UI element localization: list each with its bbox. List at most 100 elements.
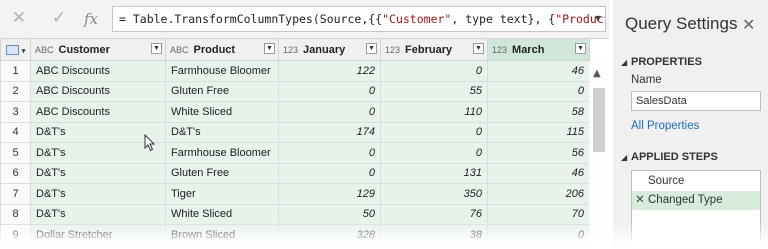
cell-mar[interactable]: 206 — [487, 183, 590, 205]
row-number[interactable]: 5 — [0, 142, 31, 164]
check-icon[interactable]: ✓ — [46, 8, 72, 28]
table-row[interactable]: 4 D&T's D&T's 174 0 115 — [0, 121, 590, 143]
mouse-cursor-icon — [144, 134, 156, 152]
cell-product[interactable]: White Sliced — [165, 101, 279, 123]
cell-jan[interactable]: 0 — [278, 142, 381, 164]
all-properties-link[interactable]: All Properties — [631, 120, 699, 132]
filter-dropdown-icon[interactable]: ▼ — [151, 43, 162, 54]
column-header-product[interactable]: ABC Product ▼ — [165, 38, 279, 61]
cell-customer[interactable]: ABC Discounts — [30, 80, 166, 102]
step-changed-type[interactable]: ✕ Changed Type — [632, 191, 760, 210]
row-number[interactable]: 4 — [0, 121, 31, 143]
cell-jan[interactable]: 174 — [278, 121, 381, 143]
cell-product[interactable]: Brown Sliced — [165, 224, 279, 246]
row-number[interactable]: 9 — [0, 224, 31, 246]
cell-jan[interactable]: 50 — [278, 203, 381, 225]
cell-feb[interactable]: 0 — [380, 142, 488, 164]
cell-product[interactable]: Gluten Free — [165, 80, 279, 102]
filter-dropdown-icon[interactable]: ▼ — [366, 43, 377, 54]
cell-customer[interactable]: D&T's — [30, 203, 166, 225]
cell-mar[interactable]: 58 — [487, 101, 590, 123]
row-number[interactable]: 1 — [0, 60, 31, 82]
cell-product[interactable]: D&T's — [165, 121, 279, 143]
query-name-input[interactable]: SalesData — [631, 91, 761, 111]
column-header-january[interactable]: 123 January ▼ — [278, 38, 381, 61]
cell-jan[interactable]: 0 — [278, 101, 381, 123]
delete-step-icon[interactable]: ✕ — [632, 191, 648, 210]
cell-mar[interactable]: 70 — [487, 203, 590, 225]
chevron-down-icon[interactable]: ▾ — [595, 11, 601, 25]
scrollbar-thumb[interactable] — [593, 88, 605, 152]
filter-dropdown-icon[interactable]: ▼ — [473, 43, 484, 54]
cell-customer[interactable]: D&T's — [30, 183, 166, 205]
vertical-scrollbar[interactable]: ▲ — [589, 62, 609, 249]
cell-customer[interactable]: Dollar Stretcher — [30, 224, 166, 246]
filter-dropdown-icon[interactable]: ▼ — [264, 43, 275, 54]
scroll-up-icon[interactable]: ▲ — [593, 68, 601, 79]
cell-jan[interactable]: 0 — [278, 80, 381, 102]
cell-product[interactable]: Gluten Free — [165, 162, 279, 184]
cell-feb[interactable]: 350 — [380, 183, 488, 205]
fx-icon[interactable]: fx — [78, 10, 104, 28]
table-row[interactable]: 9 Dollar Stretcher Brown Sliced 328 38 0 — [0, 224, 590, 246]
number-type-icon[interactable]: 123 — [283, 45, 298, 55]
cell-customer[interactable]: D&T's — [30, 162, 166, 184]
cell-mar[interactable]: 56 — [487, 142, 590, 164]
cell-mar[interactable]: 115 — [487, 121, 590, 143]
table-row[interactable]: 2 ABC Discounts Gluten Free 0 55 0 — [0, 80, 590, 102]
row-number[interactable]: 6 — [0, 162, 31, 184]
formula-input[interactable]: = Table.TransformColumnTypes(Source,{{"C… — [112, 6, 606, 32]
table-row[interactable]: 3 ABC Discounts White Sliced 0 110 58 — [0, 101, 590, 123]
cell-feb[interactable]: 131 — [380, 162, 488, 184]
cell-mar[interactable]: 0 — [487, 80, 590, 102]
number-type-icon[interactable]: 123 — [385, 45, 400, 55]
close-icon[interactable]: ✕ — [6, 8, 32, 28]
collapse-triangle-icon[interactable]: ◢ — [621, 58, 627, 67]
cell-product[interactable]: White Sliced — [165, 203, 279, 225]
close-icon[interactable]: ✕ — [742, 15, 755, 35]
number-type-icon[interactable]: 123 — [492, 45, 507, 55]
cell-jan[interactable]: 328 — [278, 224, 381, 246]
text-type-icon[interactable]: ABC — [35, 45, 54, 55]
cell-jan[interactable]: 122 — [278, 60, 381, 82]
cell-feb[interactable]: 0 — [380, 60, 488, 82]
properties-heading: PROPERTIES — [631, 56, 702, 68]
cell-feb[interactable]: 38 — [380, 224, 488, 246]
table-menu-button[interactable]: ▾ — [0, 38, 31, 61]
cell-product[interactable]: Tiger — [165, 183, 279, 205]
table-row[interactable]: 1 ABC Discounts Farmhouse Bloomer 122 0 46 — [0, 60, 590, 82]
column-header-february[interactable]: 123 February ▼ — [380, 38, 488, 61]
cell-mar[interactable]: 46 — [487, 162, 590, 184]
cell-feb[interactable]: 0 — [380, 121, 488, 143]
applied-steps-heading: APPLIED STEPS — [631, 151, 718, 163]
table-row[interactable]: 6 D&T's Gluten Free 0 131 46 — [0, 162, 590, 184]
row-number[interactable]: 8 — [0, 203, 31, 225]
cell-feb[interactable]: 76 — [380, 203, 488, 225]
data-grid: ▾ ABC Customer ▼ ABC Product ▼ 123 January ▼ 1… — [0, 38, 609, 249]
cell-jan[interactable]: 129 — [278, 183, 381, 205]
data-table: ▾ ABC Customer ▼ ABC Product ▼ 123 January ▼ 1… — [0, 38, 590, 246]
cell-feb[interactable]: 55 — [380, 80, 488, 102]
cell-mar[interactable]: 0 — [487, 224, 590, 246]
table-row[interactable]: 7 D&T's Tiger 129 350 206 — [0, 183, 590, 205]
filter-dropdown-icon[interactable]: ▼ — [575, 43, 586, 54]
cell-feb[interactable]: 110 — [380, 101, 488, 123]
cell-jan[interactable]: 0 — [278, 162, 381, 184]
text-type-icon[interactable]: ABC — [170, 45, 189, 55]
cell-product[interactable]: Farmhouse Bloomer — [165, 142, 279, 164]
table-row[interactable]: 8 D&T's White Sliced 50 76 70 — [0, 203, 590, 225]
row-number[interactable]: 2 — [0, 80, 31, 102]
row-number[interactable]: 3 — [0, 101, 31, 123]
cell-customer[interactable]: ABC Discounts — [30, 101, 166, 123]
formula-bar: ✕ ✓ fx = Table.TransformColumnTypes(Sour… — [0, 0, 609, 39]
step-source[interactable]: Source — [632, 172, 760, 191]
row-number[interactable]: 7 — [0, 183, 31, 205]
column-header-customer[interactable]: ABC Customer ▼ — [30, 38, 166, 61]
column-header-march[interactable]: 123 March ▼ — [487, 38, 590, 61]
header-row: ▾ ABC Customer ▼ ABC Product ▼ 123 January ▼ 1… — [0, 38, 590, 61]
cell-mar[interactable]: 46 — [487, 60, 590, 82]
table-row[interactable]: 5 D&T's Farmhouse Bloomer 0 0 56 — [0, 142, 590, 164]
cell-product[interactable]: Farmhouse Bloomer — [165, 60, 279, 82]
collapse-triangle-icon[interactable]: ◢ — [621, 153, 627, 162]
cell-customer[interactable]: ABC Discounts — [30, 60, 166, 82]
